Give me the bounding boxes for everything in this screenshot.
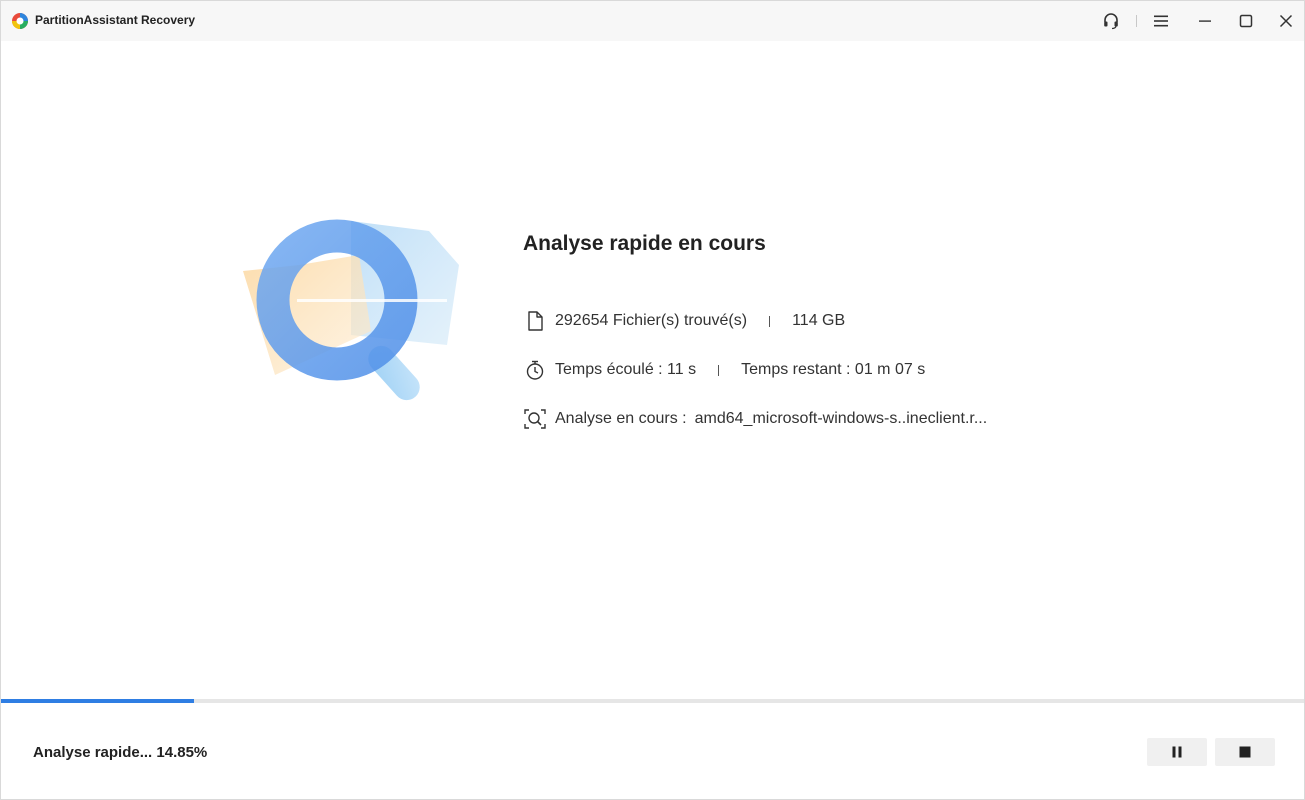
app-window: PartitionAssistant Recovery Analyse rapi…	[0, 0, 1305, 800]
progress-bar	[1, 699, 1304, 703]
pause-button[interactable]	[1147, 738, 1207, 766]
minimize-icon	[1199, 20, 1211, 22]
maximize-button[interactable]	[1234, 9, 1258, 33]
time-row: Temps écoulé : 11 s Temps restant : 01 m…	[523, 357, 925, 383]
headset-support-icon	[1104, 13, 1118, 30]
menu-button[interactable]	[1149, 9, 1173, 33]
progress-fill	[1, 699, 195, 703]
file-icon	[523, 309, 547, 333]
current-scan-file: amd64_microsoft-windows-s..ineclient.r..…	[694, 410, 988, 427]
support-button[interactable]	[1099, 9, 1123, 33]
files-found-count: 292654 Fichier(s) trouvé(s)	[555, 312, 748, 329]
app-title: PartitionAssistant Recovery	[35, 13, 196, 27]
maximize-icon	[1239, 14, 1253, 28]
scan-title: Analyse rapide en cours	[523, 232, 766, 255]
scanned-size: 114 GB	[792, 312, 846, 329]
magnifier-folder-illustration	[243, 219, 459, 401]
progress-status: Analyse rapide... 14.85%	[33, 744, 208, 761]
scan-search-icon	[523, 407, 547, 431]
remaining-time: Temps restant : 01 m 07 s	[741, 361, 926, 378]
current-scan-row: Analyse en cours : amd64_microsoft-windo…	[523, 406, 987, 432]
close-icon	[1279, 14, 1293, 28]
files-found-row: 292654 Fichier(s) trouvé(s) 114 GB	[523, 308, 845, 334]
info-separator	[769, 315, 771, 327]
stopwatch-icon	[523, 358, 547, 382]
stop-icon	[1239, 746, 1251, 758]
close-button[interactable]	[1274, 9, 1298, 33]
pause-icon	[1172, 746, 1182, 758]
menu-icon	[1154, 15, 1168, 27]
elapsed-time: Temps écoulé : 11 s	[555, 361, 697, 378]
info-separator	[718, 364, 720, 376]
minimize-button[interactable]	[1193, 9, 1217, 33]
current-scan-label: Analyse en cours :	[555, 410, 687, 427]
titlebar-separator	[1136, 15, 1137, 27]
title-bar: PartitionAssistant Recovery	[1, 1, 1304, 41]
stop-button[interactable]	[1215, 738, 1275, 766]
partitionassistant-logo-icon	[12, 13, 28, 29]
